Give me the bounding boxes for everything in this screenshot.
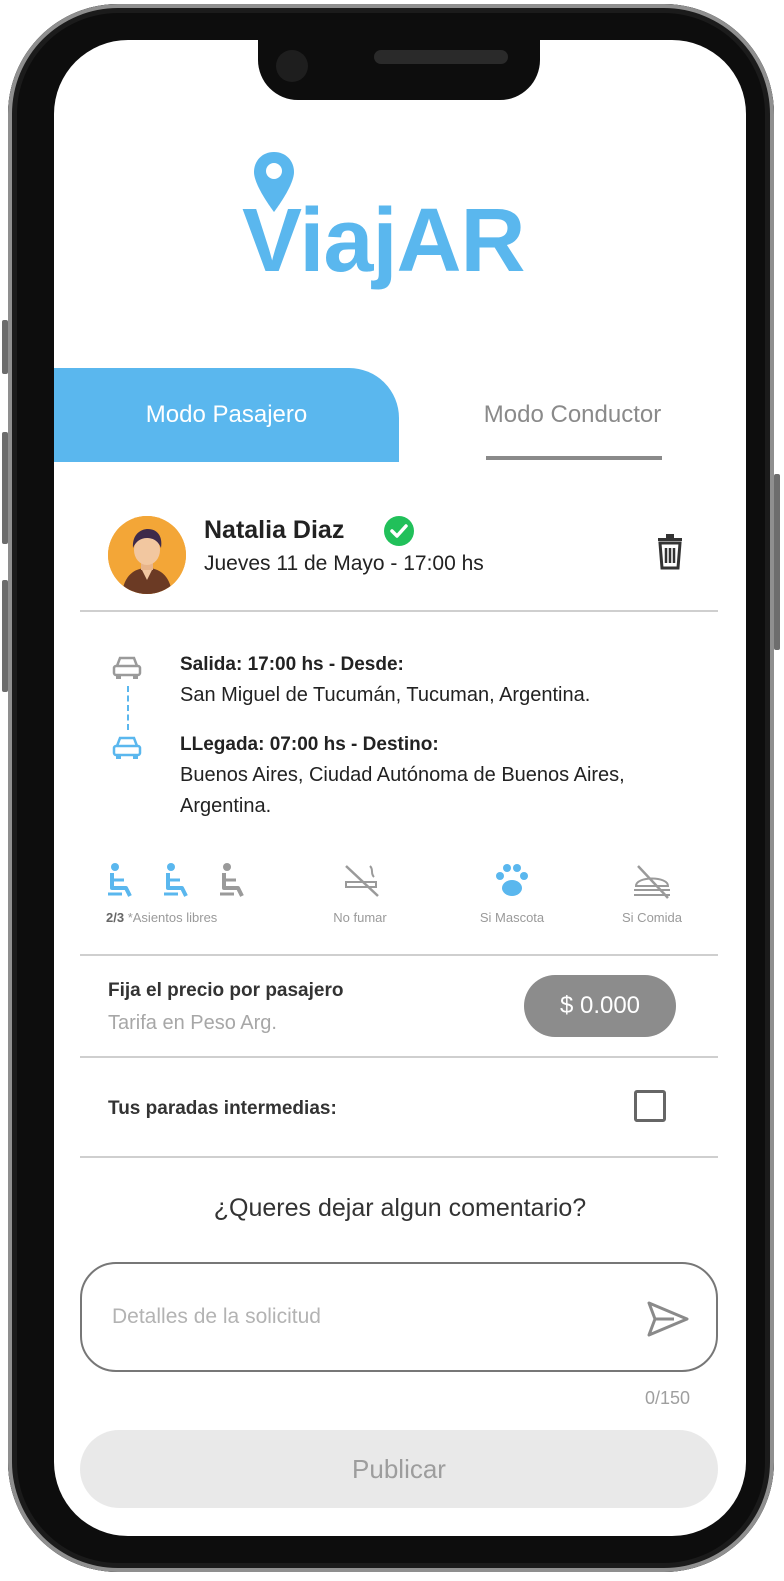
avatar bbox=[108, 516, 186, 594]
power-button bbox=[774, 474, 780, 650]
tab-label: Modo Pasajero bbox=[145, 401, 308, 428]
verified-badge-icon bbox=[384, 516, 414, 546]
phone-frame: ViajAR Modo Pasajero Modo Conductor Nata… bbox=[2, 4, 780, 1572]
pets-label: Si Mascota bbox=[479, 910, 545, 925]
price-sublabel: Tarifa en Peso Arg. bbox=[108, 1012, 277, 1034]
send-icon[interactable] bbox=[646, 1300, 690, 1338]
publish-button[interactable]: Publicar bbox=[80, 1430, 718, 1508]
speaker bbox=[374, 50, 508, 64]
tab-underline bbox=[486, 456, 662, 460]
seat-icon bbox=[108, 863, 132, 897]
seats-label: *Asientos libres bbox=[127, 910, 218, 925]
tab-modo-pasajero[interactable]: Modo Pasajero bbox=[54, 368, 399, 462]
app-logo: ViajAR bbox=[242, 150, 562, 300]
no-smoking-label: No fumar bbox=[333, 910, 387, 925]
no-smoking-icon bbox=[342, 860, 382, 900]
volume-down-button bbox=[2, 580, 8, 692]
comment-box bbox=[80, 1262, 718, 1372]
departure-address: San Miguel de Tucumán, Tucuman, Argentin… bbox=[180, 684, 591, 706]
trash-icon[interactable] bbox=[654, 534, 686, 570]
price-button[interactable]: $ 0.000 bbox=[524, 975, 676, 1037]
tab-active-indicator bbox=[134, 456, 314, 462]
route-line bbox=[127, 686, 129, 730]
stops-label: Tus paradas intermedias: bbox=[108, 1098, 337, 1119]
price-label: Fija el precio por pasajero bbox=[108, 980, 344, 1001]
comment-input[interactable] bbox=[110, 1296, 634, 1338]
seat-icon bbox=[164, 863, 188, 897]
volume-up-button bbox=[2, 432, 8, 544]
user-name: Natalia Diaz bbox=[204, 516, 345, 544]
car-arrival-icon bbox=[112, 734, 142, 760]
arrival-label: LLegada: 07:00 hs - Destino: bbox=[180, 734, 439, 755]
stops-checkbox[interactable] bbox=[634, 1090, 666, 1122]
front-camera bbox=[276, 50, 308, 82]
tab-modo-conductor[interactable]: Modo Conductor bbox=[399, 368, 746, 462]
food-label: Si Comida bbox=[622, 910, 682, 925]
divider bbox=[80, 954, 718, 956]
trip-datetime: Jueves 11 de Mayo - 17:00 hs bbox=[204, 552, 484, 575]
divider bbox=[80, 1156, 718, 1158]
phone-screen: ViajAR Modo Pasajero Modo Conductor Nata… bbox=[54, 40, 746, 1536]
character-counter: 0/150 bbox=[644, 1388, 690, 1408]
seat-icon bbox=[220, 863, 244, 897]
tab-label: Modo Conductor bbox=[483, 401, 662, 428]
departure-label: Salida: 17:00 hs - Desde: bbox=[180, 654, 404, 675]
seat-icons bbox=[106, 860, 256, 900]
divider bbox=[80, 610, 718, 612]
paw-icon bbox=[492, 860, 532, 900]
mute-switch bbox=[2, 320, 8, 374]
car-departure-icon bbox=[112, 654, 142, 680]
logo-text: ViajAR bbox=[242, 191, 525, 291]
comment-title: ¿Queres dejar algun comentario? bbox=[213, 1194, 587, 1222]
seats-label-group: 2/3 *Asientos libres bbox=[106, 910, 276, 925]
seats-count: 2/3 bbox=[106, 910, 125, 925]
user-avatar-icon bbox=[108, 516, 186, 594]
food-icon bbox=[632, 860, 672, 900]
divider bbox=[80, 1056, 718, 1058]
arrival-address: Buenos Aires, Ciudad Autónoma de Buenos … bbox=[180, 764, 625, 817]
